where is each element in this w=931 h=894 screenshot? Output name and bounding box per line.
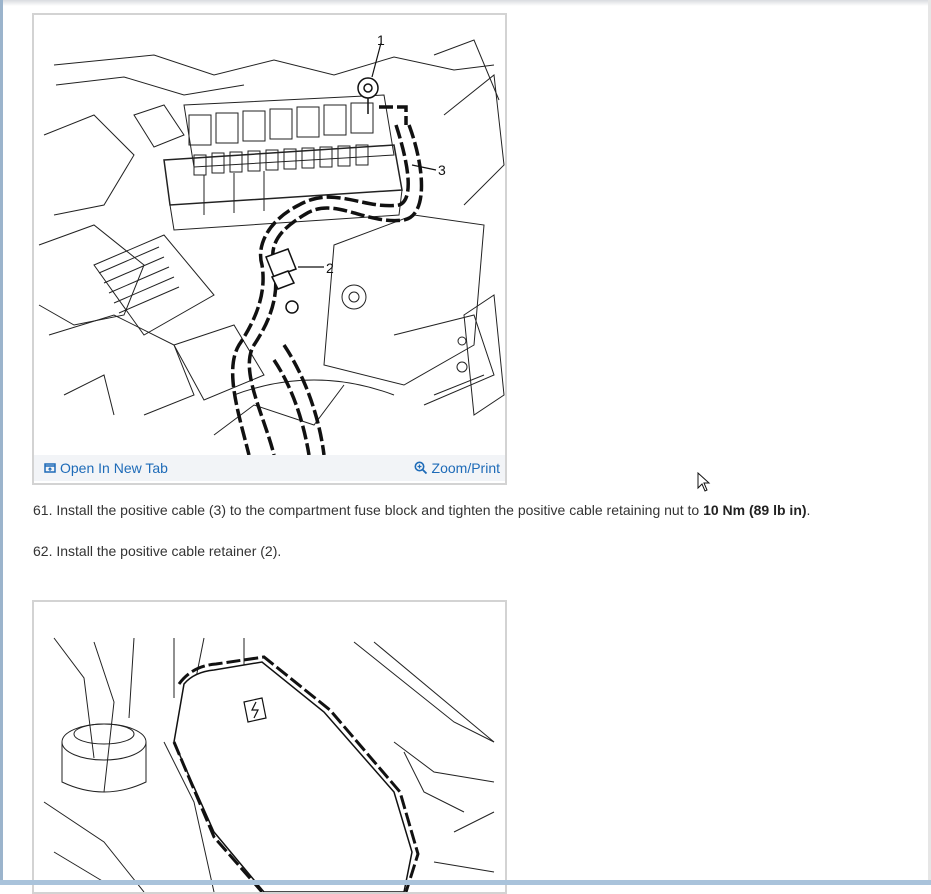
open-new-tab-icon bbox=[44, 463, 56, 473]
zoom-print-link[interactable]: Zoom/Print bbox=[414, 460, 500, 476]
step-62-text: 62. Install the positive cable retainer … bbox=[33, 543, 282, 559]
window-bottom-edge bbox=[0, 880, 931, 885]
step-61: 61. Install the positive cable (3) to th… bbox=[33, 502, 810, 518]
figure-card-1: 1 3 2 Open In New Tab Zoom/Print bbox=[32, 13, 507, 485]
step-62: 62. Install the positive cable retainer … bbox=[33, 543, 281, 559]
fuse-block-positive-cable-illustration[interactable]: 1 3 2 bbox=[34, 15, 505, 455]
fuse-block-cover-illustration[interactable] bbox=[34, 602, 505, 892]
open-in-new-tab-label: Open In New Tab bbox=[60, 460, 168, 476]
figure-toolbar: Open In New Tab Zoom/Print bbox=[34, 455, 505, 481]
zoom-print-label: Zoom/Print bbox=[431, 460, 500, 476]
figure-card-2 bbox=[32, 600, 507, 894]
window-left-edge bbox=[0, 0, 3, 885]
step-61-text: 61. Install the positive cable (3) to th… bbox=[33, 502, 704, 518]
open-in-new-tab-link[interactable]: Open In New Tab bbox=[44, 460, 168, 476]
torque-spec: 10 Nm (89 lb in) bbox=[703, 502, 807, 518]
callout-1: 1 bbox=[377, 32, 385, 48]
step-61-suffix: . bbox=[806, 502, 811, 518]
mouse-cursor-icon bbox=[697, 472, 711, 492]
top-shadow bbox=[0, 0, 931, 6]
callout-2: 2 bbox=[326, 260, 334, 276]
zoom-icon bbox=[414, 461, 427, 475]
callout-3: 3 bbox=[438, 162, 446, 178]
